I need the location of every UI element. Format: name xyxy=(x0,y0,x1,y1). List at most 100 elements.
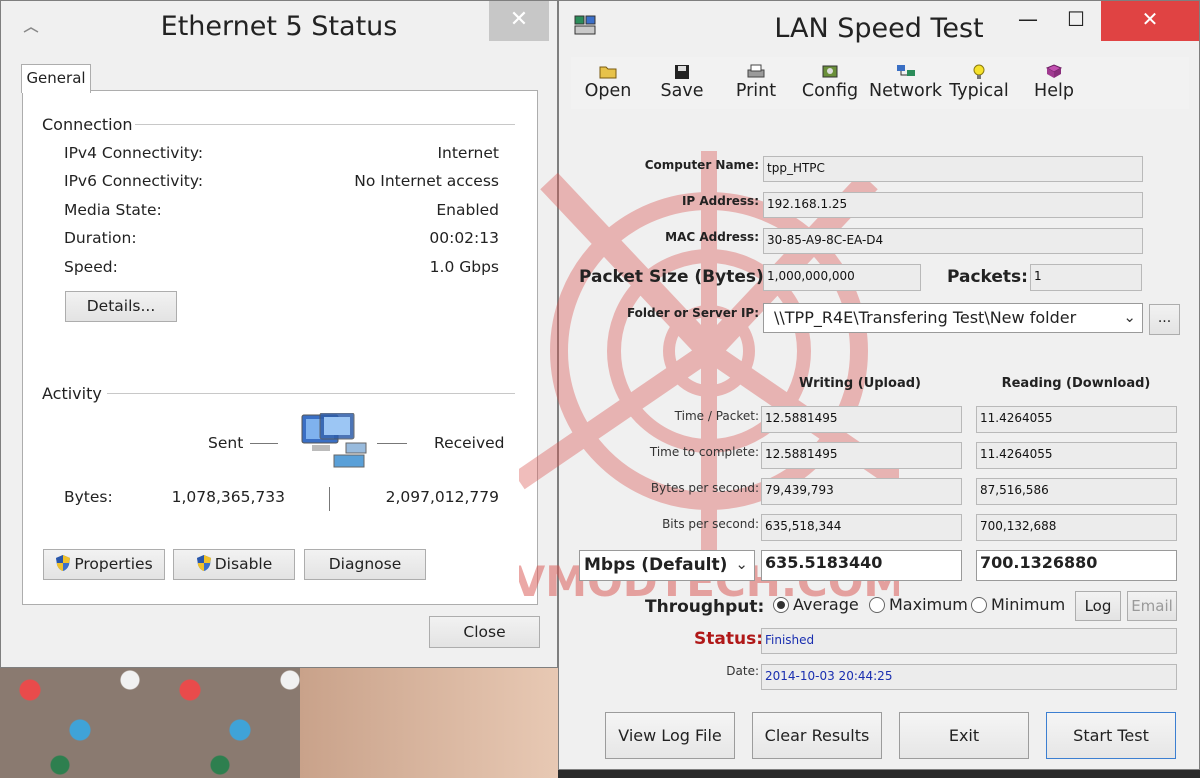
toolbar-typical[interactable]: Typical xyxy=(946,57,1012,109)
minimize-icon: — xyxy=(1018,7,1038,31)
properties-label: Properties xyxy=(74,555,153,573)
bytes-per-second-read[interactable]: 87,516,586 xyxy=(976,478,1177,505)
radio-minimum[interactable]: Minimum xyxy=(971,595,1065,614)
radio-unselected-icon xyxy=(971,597,987,613)
mbps-read-value[interactable]: 700.1326880 xyxy=(976,550,1177,581)
received-label: Received xyxy=(434,434,505,452)
bytes-received: 2,097,012,779 xyxy=(385,488,499,506)
maximize-button[interactable]: ☐ xyxy=(1053,1,1099,41)
divider xyxy=(107,393,515,394)
title-bar: LAN Speed Test — ☐ ✕ xyxy=(559,1,1199,55)
radio-unselected-icon xyxy=(869,597,885,613)
speed-value: 1.0 Gbps xyxy=(429,258,499,276)
unit-select-value: Mbps (Default) xyxy=(584,555,728,575)
floppy-icon xyxy=(675,65,689,79)
status-field[interactable]: Finished xyxy=(761,628,1177,654)
sent-line xyxy=(250,443,278,444)
ip-address-label: IP Address: xyxy=(681,194,759,208)
packets-field[interactable]: 1 xyxy=(1030,264,1142,291)
divider xyxy=(135,124,515,125)
properties-button[interactable]: Properties xyxy=(43,549,165,580)
bytes-per-second-label: Bytes per second: xyxy=(650,481,759,495)
network-label: Network xyxy=(869,81,943,101)
radio-maximum[interactable]: Maximum xyxy=(869,595,968,614)
bits-per-second-read[interactable]: 700,132,688 xyxy=(976,514,1177,541)
close-icon: ✕ xyxy=(1141,7,1159,31)
folder-value: \\TPP_R4E\Transfering Test\New folder xyxy=(774,308,1077,327)
radio-selected-icon xyxy=(773,597,789,613)
time-to-complete-read[interactable]: 11.4264055 xyxy=(976,442,1177,469)
minimize-button[interactable]: — xyxy=(1005,1,1051,41)
clear-results-button[interactable]: Clear Results xyxy=(752,712,882,759)
radio-average[interactable]: Average xyxy=(773,595,859,614)
exit-button[interactable]: Exit xyxy=(899,712,1029,759)
activity-heading: Activity xyxy=(42,384,102,403)
help-book-icon xyxy=(1045,64,1063,78)
chevron-down-icon: ⌄ xyxy=(735,555,748,573)
time-per-packet-read[interactable]: 11.4264055 xyxy=(976,406,1177,433)
browse-button[interactable]: ... xyxy=(1149,304,1180,335)
toolbar-help[interactable]: Help xyxy=(1023,57,1085,109)
packets-label: Packets: xyxy=(947,267,1028,287)
close-window-button[interactable]: ✕ xyxy=(1101,1,1199,41)
desktop-photo xyxy=(300,660,560,778)
log-button[interactable]: Log xyxy=(1075,591,1121,621)
reading-header: Reading (Download) xyxy=(1001,376,1151,391)
average-label: Average xyxy=(793,595,859,614)
media-state-label: Media State: xyxy=(64,201,162,219)
printer-icon xyxy=(747,64,765,78)
folder-combo[interactable]: \\TPP_R4E\Transfering Test\New folder ⌄ xyxy=(763,303,1143,333)
folder-label: Folder or Server IP: xyxy=(626,306,759,320)
time-per-packet-write[interactable]: 12.5881495 xyxy=(761,406,962,433)
start-test-button[interactable]: Start Test xyxy=(1046,712,1176,759)
open-label: Open xyxy=(584,81,632,101)
ipv6-label: IPv6 Connectivity: xyxy=(64,172,204,190)
bytes-separator xyxy=(329,487,330,511)
email-button[interactable]: Email xyxy=(1127,591,1177,621)
toolbar-open[interactable]: Open xyxy=(577,57,639,109)
toolbar: Open Save Print Config Network Typical H… xyxy=(571,57,1189,110)
toolbar-config[interactable]: Config xyxy=(799,57,861,109)
config-icon xyxy=(822,65,838,78)
view-log-file-button[interactable]: View Log File xyxy=(605,712,735,759)
ipv6-value: No Internet access xyxy=(354,172,499,190)
maximum-label: Maximum xyxy=(889,595,968,614)
help-label: Help xyxy=(1034,81,1074,101)
computer-name-label: Computer Name: xyxy=(644,158,759,172)
throughput-label: Throughput: xyxy=(645,597,765,617)
close-button[interactable]: Close xyxy=(429,616,540,648)
bits-per-second-write[interactable]: 635,518,344 xyxy=(761,514,962,541)
details-button[interactable]: Details... xyxy=(65,291,177,322)
date-field[interactable]: 2014-10-03 20:44:25 xyxy=(761,664,1177,690)
time-to-complete-write[interactable]: 12.5881495 xyxy=(761,442,962,469)
chevron-down-icon: ⌄ xyxy=(1123,308,1136,326)
ip-address-field[interactable]: 192.168.1.25 xyxy=(763,192,1143,218)
bytes-per-second-write[interactable]: 79,439,793 xyxy=(761,478,962,505)
save-label: Save xyxy=(660,81,704,101)
uac-shield-icon xyxy=(196,555,211,571)
packet-size-field[interactable]: 1,000,000,000 xyxy=(763,264,921,291)
diagnose-button[interactable]: Diagnose xyxy=(304,549,426,580)
ipv4-value: Internet xyxy=(437,144,499,162)
mac-address-field[interactable]: 30-85-A9-8C-EA-D4 xyxy=(763,228,1143,254)
mbps-write-value[interactable]: 635.5183440 xyxy=(761,550,962,581)
title-bar: Ethernet 5 Status ✕ xyxy=(1,1,557,53)
network-icon xyxy=(897,65,915,76)
toolbar-network[interactable]: Network xyxy=(869,57,943,109)
bits-per-second-label: Bits per second: xyxy=(662,517,759,531)
unit-select[interactable]: Mbps (Default) ⌄ xyxy=(579,550,755,581)
ethernet-status-window: Ethernet 5 Status ✕ General Connection I… xyxy=(0,0,558,668)
window-title: Ethernet 5 Status xyxy=(160,11,398,42)
maximize-icon: ☐ xyxy=(1067,7,1085,31)
close-window-button[interactable]: ✕ xyxy=(489,1,549,41)
tab-general[interactable]: General xyxy=(21,64,91,93)
received-line xyxy=(377,443,407,444)
toolbar-print[interactable]: Print xyxy=(725,57,787,109)
toolbar-save[interactable]: Save xyxy=(651,57,713,109)
speed-label: Speed: xyxy=(64,258,118,276)
print-label: Print xyxy=(735,81,777,101)
computer-name-field[interactable]: tpp_HTPC xyxy=(763,156,1143,182)
duration-label: Duration: xyxy=(64,229,137,247)
typical-label: Typical xyxy=(949,81,1009,101)
disable-button[interactable]: Disable xyxy=(173,549,295,580)
